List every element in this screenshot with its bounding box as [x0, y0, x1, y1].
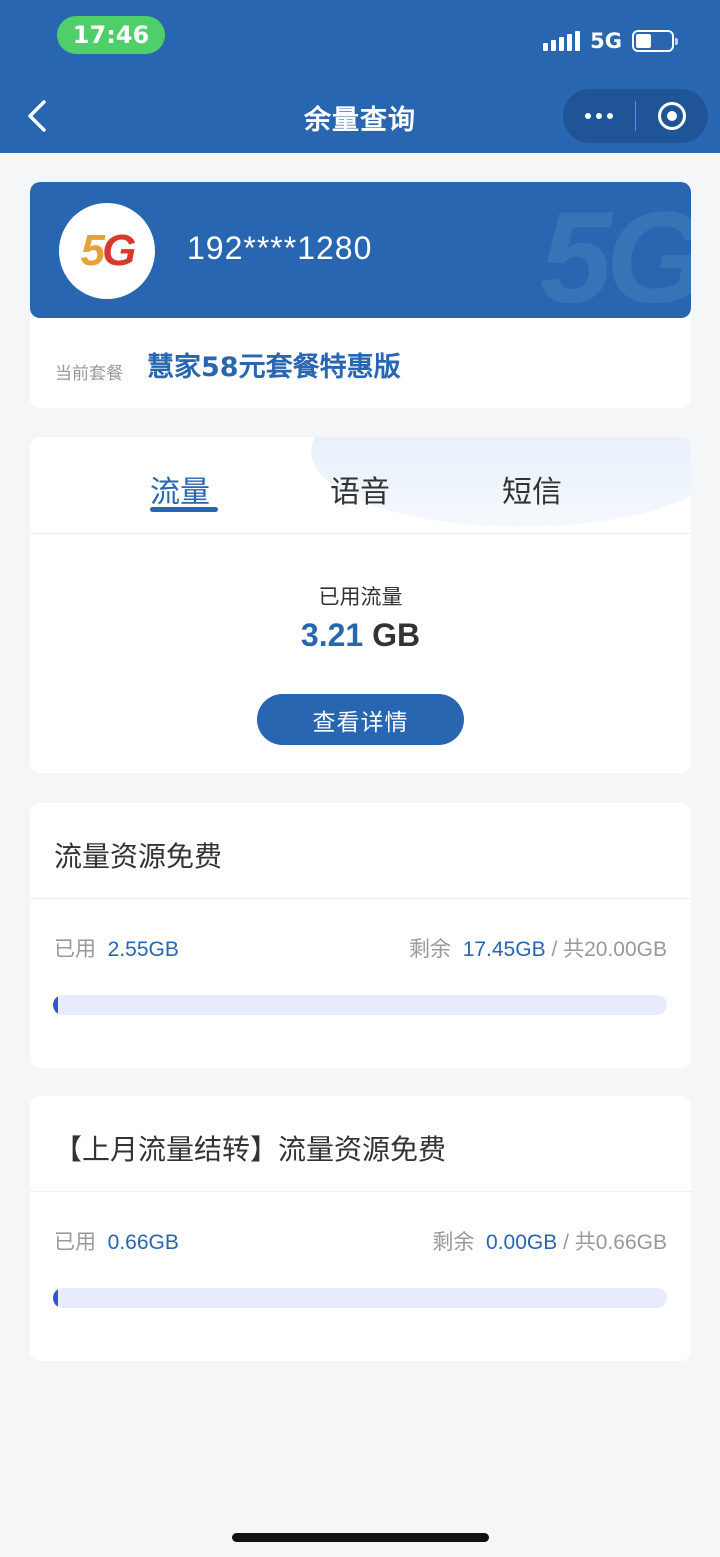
- network-label: 5G: [590, 29, 622, 53]
- tab-data[interactable]: 流量: [150, 467, 210, 511]
- phone-number: 192****1280: [187, 230, 373, 266]
- divider: [30, 533, 691, 534]
- tab-voice[interactable]: 语音: [330, 467, 390, 511]
- status-time: 17:46: [57, 16, 165, 54]
- usage-stats: 已用 0.66GB 剩余 0.00GB / 共0.66GB: [54, 1226, 667, 1254]
- usage-stats: 已用 2.55GB 剩余 17.45GB / 共20.00GB: [54, 933, 667, 961]
- remaining-stat: 剩余 17.45GB / 共20.00GB: [409, 938, 667, 961]
- usage-progress-fill: [53, 1288, 58, 1308]
- account-card: 5G 5G 192****1280 当前套餐 慧家58元套餐特惠版: [30, 182, 691, 408]
- usage-progress-fill: [53, 995, 58, 1015]
- close-miniapp-button[interactable]: [636, 89, 708, 143]
- active-tab-indicator: [150, 507, 218, 512]
- usage-card: 流量资源免费 已用 2.55GB 剩余 17.45GB / 共20.00GB: [30, 803, 691, 1068]
- plan-label: 当前套餐: [55, 364, 123, 384]
- used-stat: 已用 0.66GB: [54, 1231, 179, 1254]
- view-details-button[interactable]: 查看详情: [257, 694, 464, 745]
- usage-summary-card: 流量 语音 短信 已用流量 3.21 GB 查看详情: [30, 437, 691, 773]
- 5g-logo-icon: 5G: [59, 203, 155, 299]
- usage-progress-bar: [53, 1288, 667, 1308]
- header: 17:46 5G 余量查询: [0, 0, 720, 153]
- usage-card-title: 流量资源免费: [54, 840, 223, 873]
- status-icons: 5G: [543, 26, 678, 56]
- miniapp-capsule: [563, 89, 708, 143]
- home-indicator: [232, 1533, 489, 1542]
- battery-icon: [632, 30, 678, 52]
- remaining-stat: 剩余 0.00GB / 共0.66GB: [432, 1231, 667, 1254]
- divider: [30, 898, 691, 899]
- account-banner: 5G 5G 192****1280: [30, 182, 691, 318]
- usage-card-title: 【上月流量结转】流量资源免费: [54, 1133, 447, 1166]
- used-data-number: 3.21: [300, 617, 364, 653]
- tab-sms[interactable]: 短信: [502, 467, 562, 511]
- used-data-label: 已用流量: [318, 585, 403, 609]
- usage-card: 【上月流量结转】流量资源免费 已用 0.66GB 剩余 0.00GB / 共0.…: [30, 1096, 691, 1361]
- battery-fill: [636, 34, 652, 48]
- more-button[interactable]: [563, 89, 635, 143]
- usage-progress-bar: [53, 995, 667, 1015]
- plan-name: 慧家58元套餐特惠版: [147, 352, 401, 383]
- watermark-5g: 5G: [539, 184, 691, 318]
- divider: [30, 1191, 691, 1192]
- used-stat: 已用 2.55GB: [54, 938, 179, 961]
- signal-icon: [543, 31, 581, 51]
- used-data-value: 3.21 GB: [30, 617, 691, 654]
- used-data-unit: GB: [363, 617, 421, 653]
- target-icon: [658, 102, 686, 130]
